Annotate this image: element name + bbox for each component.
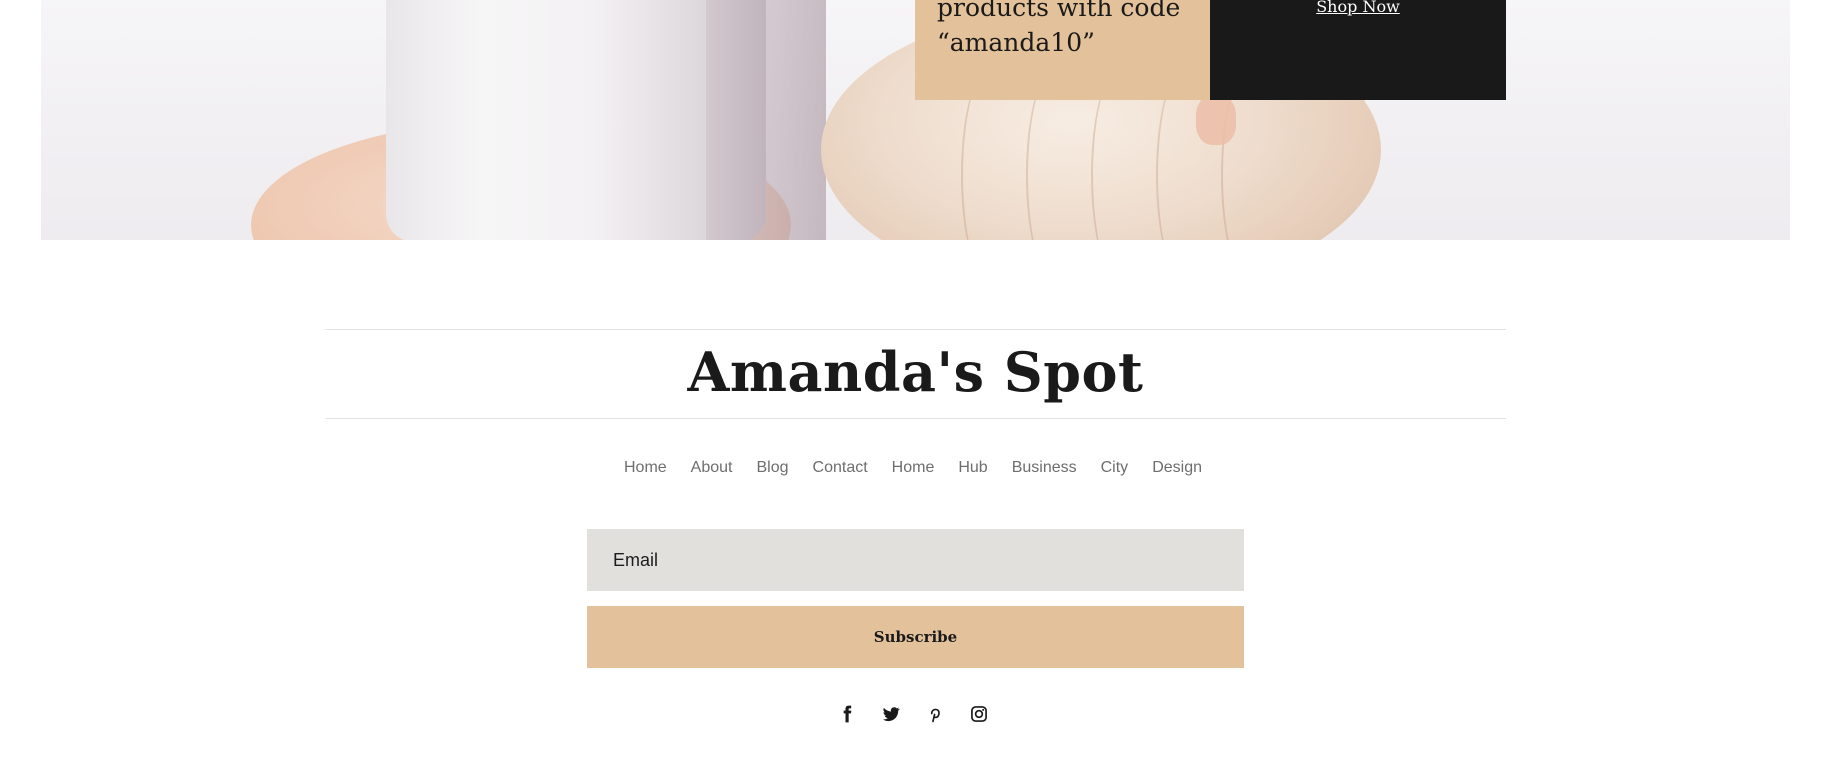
nav-item-contact[interactable]: Contact	[813, 459, 868, 477]
site-title[interactable]: Amanda's Spot	[325, 340, 1506, 404]
footer-nav: Home About Blog Contact Home Hub Busines…	[0, 459, 1826, 477]
instagram-icon[interactable]	[968, 703, 990, 725]
promo-cta-box: Shop Now	[1210, 0, 1506, 100]
nav-item-blog[interactable]: Blog	[756, 459, 788, 477]
nav-item-about[interactable]: About	[691, 459, 733, 477]
email-field[interactable]	[587, 529, 1244, 591]
promo-text: products with code “amanda10”	[937, 0, 1181, 57]
nav-item-hub[interactable]: Hub	[958, 459, 987, 477]
nav-item-home-2[interactable]: Home	[892, 459, 935, 477]
pumpkin-highlight	[1196, 95, 1236, 145]
facebook-icon[interactable]	[836, 703, 858, 725]
twitter-icon[interactable]	[880, 703, 902, 725]
nav-item-business[interactable]: Business	[1012, 459, 1077, 477]
nav-item-city[interactable]: City	[1101, 459, 1129, 477]
pinterest-icon[interactable]	[924, 703, 946, 725]
shop-now-link[interactable]: Shop Now	[1210, 0, 1506, 16]
nav-item-home[interactable]: Home	[624, 459, 667, 477]
nav-item-design[interactable]: Design	[1152, 459, 1202, 477]
divider-bottom	[325, 418, 1506, 419]
divider-top	[325, 329, 1506, 330]
promo-box: products with code “amanda10”	[915, 0, 1210, 100]
subscribe-button[interactable]: Subscribe	[587, 606, 1244, 668]
social-links	[0, 703, 1826, 725]
candle-shadow	[706, 0, 826, 240]
